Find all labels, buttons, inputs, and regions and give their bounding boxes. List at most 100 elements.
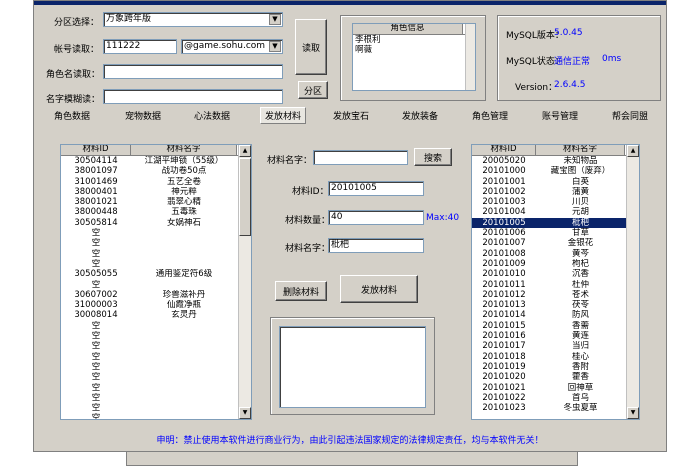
table-row[interactable]: 20101023 冬虫夏草 xyxy=(472,403,639,413)
table-row[interactable]: 20101018 桂心 xyxy=(472,352,639,362)
table-row[interactable]: 空 xyxy=(61,280,251,290)
left-scrollbar[interactable]: ▲ ▼ xyxy=(238,145,251,419)
material-id: 空 xyxy=(91,351,101,362)
charname-input[interactable] xyxy=(103,64,283,79)
table-row[interactable]: 38001097 战功卷50点 xyxy=(61,166,251,176)
tab-item[interactable]: 角色管理 xyxy=(472,109,508,122)
right-material-list[interactable]: 材料ID 材料名字 20005020 未知物品 20101000 藏宝图（废弃） 201… xyxy=(471,144,640,420)
account-input[interactable]: 111222 xyxy=(103,39,177,54)
material-id: 20101022 xyxy=(482,392,526,403)
domain-select[interactable]: @game.sohu.com ▼ xyxy=(181,39,283,54)
table-row[interactable]: 空 xyxy=(61,228,251,238)
table-row[interactable]: 20101021 回神草 xyxy=(472,383,639,393)
region-select[interactable]: 万象跨年版 ▼ xyxy=(103,12,283,27)
table-row[interactable]: 空 xyxy=(61,393,251,403)
output-box[interactable] xyxy=(279,326,426,408)
fuzzy-input[interactable] xyxy=(103,89,283,104)
name-input[interactable]: 枇杷 xyxy=(328,238,424,253)
table-row[interactable]: 20101004 元胡 xyxy=(472,207,639,217)
table-row[interactable]: 30504114 江湖平坤锁（55级） xyxy=(61,156,251,166)
table-row[interactable]: 20005020 未知物品 xyxy=(472,156,639,166)
table-row[interactable]: 20101022 首乌 xyxy=(472,393,639,403)
table-row[interactable]: 空 xyxy=(61,238,251,248)
tab-item[interactable]: 心法数据 xyxy=(194,109,230,122)
table-row[interactable]: 20101019 香附 xyxy=(472,362,639,372)
table-row[interactable]: 20101013 茯苓 xyxy=(472,300,639,310)
role-list[interactable]: 角色信息 李根利 啊薇 xyxy=(352,23,476,91)
table-row[interactable]: 20101000 藏宝图（废弃） xyxy=(472,166,639,176)
tab-item[interactable]: 发放材料 xyxy=(260,107,307,124)
list-item[interactable]: 啊薇 xyxy=(353,45,475,55)
material-name xyxy=(131,362,237,372)
role-info-header: 角色信息 xyxy=(353,24,463,34)
table-row[interactable]: 20101010 沉香 xyxy=(472,269,639,279)
table-row[interactable]: 20101001 白英 xyxy=(472,177,639,187)
table-row[interactable]: 30505055 通用鉴定符6级 xyxy=(61,269,251,279)
material-name: 藿香 xyxy=(571,372,589,383)
table-row[interactable]: 20101006 甘草 xyxy=(472,228,639,238)
table-row[interactable]: 空 xyxy=(61,372,251,382)
material-id: 20101002 xyxy=(482,186,526,197)
search-input[interactable] xyxy=(313,150,408,165)
table-row[interactable]: 20101008 黄芩 xyxy=(472,249,639,259)
table-row[interactable]: 空 xyxy=(61,321,251,331)
zone-button[interactable]: 分区 xyxy=(298,81,328,99)
material-name: 蒲黄 xyxy=(571,186,589,197)
chevron-down-icon[interactable]: ▼ xyxy=(269,41,281,52)
tab-item[interactable]: 发放装备 xyxy=(402,109,438,122)
table-row[interactable]: 空 xyxy=(61,259,251,269)
chevron-down-icon[interactable]: ▼ xyxy=(269,14,281,25)
right-scrollbar[interactable]: ▲ ▼ xyxy=(626,145,639,419)
table-row[interactable]: 38000401 神元粹 xyxy=(61,187,251,197)
delete-material-button[interactable]: 删除材料 xyxy=(275,281,327,301)
scroll-thumb[interactable] xyxy=(239,158,251,236)
table-row[interactable]: 空 xyxy=(61,403,251,413)
table-row[interactable]: 空 xyxy=(61,362,251,372)
table-row[interactable]: 38000448 五毒珠 xyxy=(61,207,251,217)
table-row[interactable]: 20101009 枸杞 xyxy=(472,259,639,269)
table-row[interactable]: 空 xyxy=(61,383,251,393)
table-row[interactable]: 空 xyxy=(61,341,251,351)
table-row[interactable]: 20101020 藿香 xyxy=(472,372,639,382)
table-row[interactable]: 20101017 当归 xyxy=(472,341,639,351)
issue-material-button[interactable]: 发放材料 xyxy=(340,275,418,303)
scroll-up-icon[interactable]: ▲ xyxy=(627,145,639,157)
table-row[interactable]: 20101011 杜仲 xyxy=(472,280,639,290)
table-row[interactable]: 空 xyxy=(61,352,251,362)
tab-item[interactable]: 发放宝石 xyxy=(333,109,369,122)
table-row[interactable]: 30607002 珍兽滋补丹 xyxy=(61,290,251,300)
table-row[interactable]: 20101003 川贝 xyxy=(472,197,639,207)
table-row[interactable]: 20101016 黄连 xyxy=(472,331,639,341)
material-name xyxy=(131,372,237,382)
table-row[interactable]: 空 xyxy=(61,249,251,259)
read-button[interactable]: 读取 xyxy=(295,19,327,75)
qty-input[interactable]: 40 xyxy=(328,210,424,225)
id-input[interactable]: 20101005 xyxy=(328,181,424,196)
table-row[interactable]: 20101005 枇杷 xyxy=(472,217,639,229)
table-row[interactable]: 空 xyxy=(61,413,251,419)
table-row[interactable]: 30008014 玄灵丹 xyxy=(61,310,251,320)
tab-item[interactable]: 角色数据 xyxy=(54,109,90,122)
table-row[interactable]: 38001021 翡翠心精 xyxy=(61,197,251,207)
table-row[interactable]: 20101007 金银花 xyxy=(472,238,639,248)
table-row[interactable]: 20101012 苍术 xyxy=(472,290,639,300)
tab-item[interactable]: 账号管理 xyxy=(542,109,578,122)
table-row[interactable]: 空 xyxy=(61,331,251,341)
search-button[interactable]: 搜索 xyxy=(414,148,452,166)
list-item[interactable]: 李根利 xyxy=(353,35,475,45)
tab-item[interactable]: 帮会同盟 xyxy=(612,109,648,122)
table-row[interactable]: 30505814 女娲神石 xyxy=(61,218,251,228)
table-row[interactable]: 20101014 防风 xyxy=(472,310,639,320)
role-scrollbar[interactable] xyxy=(465,24,475,90)
scroll-down-icon[interactable]: ▼ xyxy=(627,407,639,419)
table-row[interactable]: 20101002 蒲黄 xyxy=(472,187,639,197)
table-row[interactable]: 20101015 香薷 xyxy=(472,321,639,331)
table-row[interactable]: 31001469 五艺全卷 xyxy=(61,177,251,187)
material-id: 30607002 xyxy=(74,289,118,300)
left-material-list[interactable]: 材料ID 材料名字 30504114 江湖平坤锁（55级） 38001097 战功卷5… xyxy=(60,144,252,420)
material-id: 38001097 xyxy=(74,166,118,177)
tab-item[interactable]: 宠物数据 xyxy=(125,109,161,122)
table-row[interactable]: 31000003 仙霞净瓶 xyxy=(61,300,251,310)
scroll-down-icon[interactable]: ▼ xyxy=(239,407,251,419)
scroll-up-icon[interactable]: ▲ xyxy=(239,145,251,157)
